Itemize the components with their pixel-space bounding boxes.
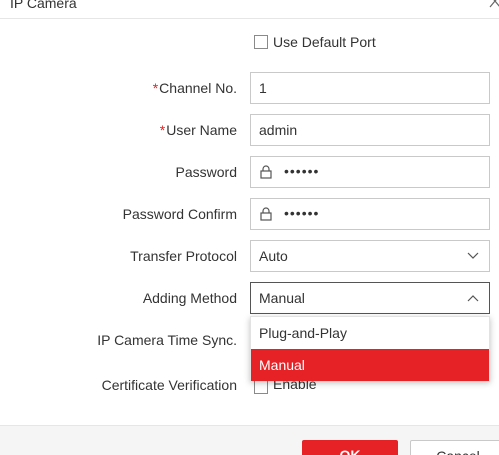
- password-confirm-value: ••••••: [284, 205, 320, 221]
- channel-no-value: 1: [259, 80, 267, 96]
- adding-method-value: Manual: [259, 290, 305, 306]
- user-name-input[interactable]: admin: [250, 114, 490, 146]
- dialog-title: IP Camera: [10, 0, 77, 11]
- close-icon[interactable]: [489, 0, 499, 8]
- channel-no-label: *Channel No.: [152, 80, 237, 96]
- password-confirm-label: Password Confirm: [122, 206, 237, 222]
- title-divider: [0, 18, 499, 19]
- transfer-protocol-select[interactable]: Auto: [250, 240, 490, 272]
- cancel-button[interactable]: Cancel: [410, 440, 499, 455]
- password-confirm-input[interactable]: ••••••: [250, 198, 490, 230]
- use-default-port-checkbox[interactable]: [254, 35, 268, 49]
- transfer-protocol-label: Transfer Protocol: [130, 248, 237, 264]
- user-name-label: *User Name: [159, 122, 237, 138]
- password-input[interactable]: ••••••: [250, 156, 490, 188]
- dropdown-option-manual[interactable]: Manual: [251, 349, 489, 381]
- use-default-port-label: Use Default Port: [273, 34, 376, 50]
- ok-button[interactable]: OK: [302, 440, 398, 455]
- ip-camera-dialog: IP Camera Use Default Port *Channel No. …: [0, 0, 499, 455]
- certificate-verification-label: Certificate Verification: [101, 377, 237, 393]
- password-label: Password: [175, 164, 237, 180]
- chevron-up-icon: [467, 295, 479, 302]
- lock-icon: [260, 207, 272, 221]
- password-value: ••••••: [284, 163, 320, 179]
- transfer-protocol-value: Auto: [259, 248, 288, 264]
- lock-icon: [260, 165, 272, 179]
- channel-no-input[interactable]: 1: [250, 72, 490, 104]
- required-mark: *: [159, 122, 166, 138]
- adding-method-dropdown: Plug-and-Play Manual: [250, 316, 490, 381]
- user-name-value: admin: [259, 122, 298, 138]
- required-mark: *: [152, 80, 159, 96]
- chevron-down-icon: [467, 252, 479, 259]
- adding-method-select[interactable]: Manual: [250, 282, 490, 314]
- time-sync-label: IP Camera Time Sync.: [97, 332, 237, 348]
- certificate-verification-checkbox[interactable]: [254, 380, 268, 394]
- adding-method-label: Adding Method: [142, 290, 237, 306]
- dropdown-option-plug-and-play[interactable]: Plug-and-Play: [251, 317, 489, 349]
